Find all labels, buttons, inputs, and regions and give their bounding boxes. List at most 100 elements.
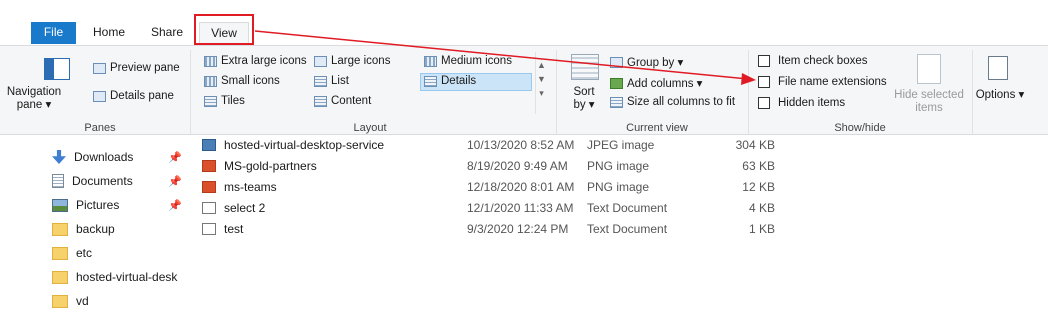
size-all-columns-button[interactable]: Size all columns to fit <box>610 96 735 108</box>
png-file-icon <box>202 160 216 172</box>
hidden-items-checkbox[interactable] <box>758 97 770 109</box>
ribbon-separator <box>190 50 191 134</box>
file-name: select 2 <box>224 201 266 215</box>
file-row[interactable]: select 2 12/1/2020 11:33 AM Text Documen… <box>202 198 802 219</box>
text-file-icon <box>202 202 216 214</box>
tab-home[interactable]: Home <box>85 22 133 44</box>
sidebar-item-etc[interactable]: etc <box>52 242 92 264</box>
details-icon <box>424 75 437 87</box>
sidebar-item-label: etc <box>76 246 93 260</box>
hide-selected-items-icon <box>917 54 941 84</box>
current-view-group-label: Current view <box>626 122 688 134</box>
group-by-button[interactable]: Group by ▾ <box>610 55 683 69</box>
layout-item-label: Tiles <box>221 95 245 107</box>
sort-by-icon <box>571 54 599 80</box>
content-icon <box>314 95 327 107</box>
file-type: PNG image <box>587 159 650 173</box>
show-hide-group-label: Show/hide <box>834 122 886 134</box>
file-size: 1 KB <box>748 222 775 236</box>
file-date-modified: 12/1/2020 11:33 AM <box>467 201 574 215</box>
layout-large-icons[interactable]: Large icons <box>314 55 390 67</box>
expand-gallery-icon[interactable]: ▾ <box>536 88 547 99</box>
layout-gallery-scroll[interactable]: ▲ ▼ ▾ <box>535 52 547 114</box>
layout-list[interactable]: List <box>314 75 349 87</box>
hidden-items-toggle[interactable]: Hidden items <box>758 97 845 109</box>
sidebar-item-label: Pictures <box>76 198 120 212</box>
layout-medium-icons[interactable]: Medium icons <box>424 55 512 67</box>
sidebar-item-pictures[interactable]: Pictures 📌 <box>52 194 182 216</box>
group-by-icon <box>610 56 623 68</box>
extra-large-icons-icon <box>204 55 217 67</box>
file-type: JPEG image <box>587 138 655 152</box>
item-check-boxes-checkbox[interactable] <box>758 55 770 67</box>
add-columns-label: Add columns ▾ <box>627 78 703 90</box>
preview-pane-label: Preview pane <box>110 62 180 74</box>
pin-icon[interactable]: 📌 <box>168 151 182 164</box>
file-size: 304 KB <box>735 138 775 152</box>
file-date-modified: 9/3/2020 12:24 PM <box>467 222 569 236</box>
add-columns-icon <box>610 77 623 89</box>
ribbon-view: Navigation pane ▾ Preview pane Details p… <box>0 45 1048 135</box>
item-check-boxes-label: Item check boxes <box>778 55 868 67</box>
options-button[interactable]: Options ▾ <box>975 89 1025 102</box>
hide-selected-items-button[interactable]: Hide selected items <box>893 89 965 115</box>
layout-item-label: Large icons <box>331 55 391 67</box>
folder-icon <box>52 270 68 284</box>
layout-tiles[interactable]: Tiles <box>204 95 245 107</box>
sidebar-item-hosted-virtual-desk[interactable]: hosted-virtual-desk <box>52 266 177 288</box>
navigation-pane-button[interactable]: Navigation pane ▾ <box>3 86 65 112</box>
size-all-columns-label: Size all columns to fit <box>627 96 736 108</box>
add-columns-button[interactable]: Add columns ▾ <box>610 76 702 90</box>
sidebar-item-vd[interactable]: vd <box>52 290 89 312</box>
ribbon-tabs: File Home Share View <box>0 0 1048 46</box>
preview-pane-icon <box>93 62 106 74</box>
file-name: test <box>224 222 244 236</box>
file-name-extensions-label: File name extensions <box>778 76 887 88</box>
list-icon <box>314 75 327 87</box>
layout-content[interactable]: Content <box>314 95 371 107</box>
file-name: ms-teams <box>224 180 277 194</box>
layout-small-icons[interactable]: Small icons <box>204 75 280 87</box>
file-row[interactable]: hosted-virtual-desktop-service 10/13/202… <box>202 135 802 156</box>
layout-group-label: Layout <box>353 122 387 134</box>
file-type: Text Document <box>587 222 668 236</box>
pictures-icon <box>52 198 68 212</box>
sidebar-item-label: vd <box>76 294 89 308</box>
file-row[interactable]: MS-gold-partners 8/19/2020 9:49 AM PNG i… <box>202 156 802 177</box>
documents-icon <box>52 174 64 188</box>
file-name-extensions-toggle[interactable]: File name extensions <box>758 76 887 88</box>
file-row[interactable]: test 9/3/2020 12:24 PM Text Document 1 K… <box>202 219 802 240</box>
tab-share[interactable]: Share <box>145 22 189 44</box>
preview-pane-button[interactable]: Preview pane <box>93 62 180 74</box>
sidebar-item-backup[interactable]: backup <box>52 218 115 240</box>
panes-group-label: Panes <box>84 122 116 134</box>
file-name: hosted-virtual-desktop-service <box>224 138 385 152</box>
navigation-pane-icon <box>44 58 70 80</box>
sidebar-item-documents[interactable]: Documents 📌 <box>52 170 182 192</box>
text-file-icon <box>202 223 216 235</box>
layout-details[interactable]: Details <box>424 75 476 87</box>
sidebar-item-label: backup <box>76 222 115 236</box>
tab-file[interactable]: File <box>31 22 76 44</box>
file-row[interactable]: ms-teams 12/18/2020 8:01 AM PNG image 12… <box>202 177 802 198</box>
ribbon-separator <box>972 50 973 134</box>
file-size: 4 KB <box>748 201 775 215</box>
layout-extra-large-icons[interactable]: Extra large icons <box>204 55 307 67</box>
sort-by-button[interactable]: Sort by ▾ <box>566 86 602 112</box>
scroll-down-icon[interactable]: ▼ <box>536 74 547 84</box>
details-pane-button[interactable]: Details pane <box>93 90 174 102</box>
ribbon-separator <box>748 50 749 134</box>
layout-item-label: Medium icons <box>441 55 512 67</box>
pin-icon[interactable]: 📌 <box>168 175 182 188</box>
pin-icon[interactable]: 📌 <box>168 199 182 212</box>
scroll-up-icon[interactable]: ▲ <box>536 60 547 70</box>
item-check-boxes-toggle[interactable]: Item check boxes <box>758 55 867 67</box>
ribbon-separator <box>556 50 557 134</box>
folder-icon <box>52 222 68 236</box>
sidebar-item-downloads[interactable]: Downloads 📌 <box>52 146 182 168</box>
layout-item-label: List <box>331 75 349 87</box>
size-columns-icon <box>610 96 623 108</box>
file-type: PNG image <box>587 180 650 194</box>
file-name-extensions-checkbox[interactable] <box>758 76 770 88</box>
large-icons-icon <box>314 55 327 67</box>
